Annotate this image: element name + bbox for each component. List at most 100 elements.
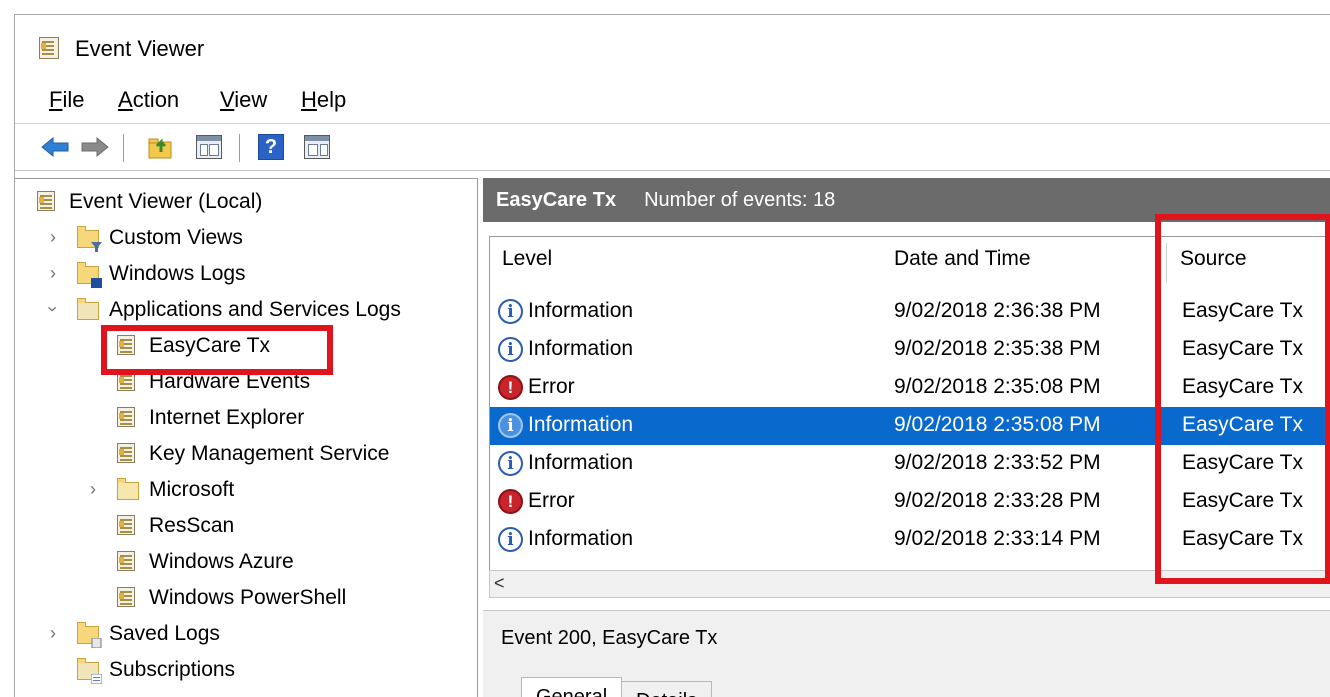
event-level: Error — [528, 375, 575, 398]
tab-details[interactable]: Details — [621, 681, 713, 697]
column-header-level[interactable]: Level — [502, 247, 552, 271]
tree-item-label: Microsoft — [149, 478, 235, 501]
event-date-time: 9/02/2018 2:33:14 PM — [894, 527, 1101, 550]
information-level-icon: i — [498, 527, 523, 552]
information-level-icon: i — [498, 299, 523, 324]
tree-item-label: Event Viewer (Local) — [69, 190, 263, 213]
menu-file-label: ile — [62, 87, 85, 112]
menu-action-label: ction — [132, 87, 180, 112]
tree-item-windows-azure[interactable]: Windows Azure — [117, 545, 294, 579]
event-viewer-window: Event Viewer File Action View Help ? Eve… — [14, 14, 1330, 697]
tree-item-custom-views[interactable]: Custom Views — [77, 221, 243, 255]
information-level-icon: i — [498, 337, 523, 362]
log-icon — [117, 587, 139, 609]
event-date-time: 9/02/2018 2:33:28 PM — [894, 489, 1101, 512]
folder-icon — [117, 478, 139, 501]
saved-logs-folder-icon — [77, 622, 102, 648]
tree-item-label: Key Management Service — [149, 442, 390, 465]
events-pane: EasyCare Tx Number of events: 18 Level D… — [483, 178, 1330, 697]
tree-item-saved-logs[interactable]: Saved Logs — [77, 617, 220, 651]
window-title: Event Viewer — [75, 36, 205, 61]
tree-item-label: Windows PowerShell — [149, 586, 347, 609]
title-bar: Event Viewer — [15, 15, 1330, 77]
scroll-left-arrow-icon[interactable]: < — [494, 573, 505, 594]
menu-action-accelerator: A — [118, 87, 133, 112]
menu-action[interactable]: Action — [116, 83, 181, 117]
toolbar-separator — [239, 134, 240, 162]
toolbar-separator — [123, 134, 124, 162]
apps-services-folder-icon — [77, 298, 99, 321]
collapse-chevron-icon[interactable]: › — [43, 299, 64, 319]
tree-item-windows-logs[interactable]: Windows Logs — [77, 257, 246, 291]
tree-item-label: Windows Azure — [149, 550, 294, 573]
tree-item-label: ResScan — [149, 514, 235, 537]
forward-arrow-icon[interactable] — [79, 131, 111, 163]
toolbar: ? — [15, 123, 1330, 171]
information-level-icon: i — [498, 413, 523, 438]
tree-item-label: Windows Logs — [109, 262, 246, 285]
tree-item-subscriptions[interactable]: Subscriptions — [77, 653, 235, 687]
up-folder-icon[interactable] — [145, 131, 177, 163]
column-header-date-time[interactable]: Date and Time — [894, 247, 1031, 271]
windows-logs-folder-icon — [77, 262, 102, 288]
help-icon[interactable]: ? — [255, 131, 287, 163]
annotation-highlight-easycare-tx — [101, 325, 333, 375]
event-level: Information — [528, 337, 634, 360]
show-hide-action-pane-icon[interactable] — [301, 131, 333, 163]
menu-help-accelerator: H — [301, 87, 317, 112]
menu-help-label: elp — [316, 87, 347, 112]
event-count: Number of events: 18 — [644, 188, 836, 211]
event-detail-pane: Event 200, EasyCare Tx General Details — [483, 610, 1330, 697]
tree-item-key-management-service[interactable]: Key Management Service — [117, 437, 389, 471]
expand-chevron-icon[interactable]: › — [83, 479, 103, 499]
tree-item-label: Applications and Services Logs — [109, 298, 401, 321]
menu-file-accelerator: F — [49, 87, 63, 112]
console-tree: Event Viewer (Local) › Custom Views › Wi… — [15, 178, 478, 697]
event-viewer-icon — [37, 191, 59, 213]
event-viewer-app-icon — [39, 37, 59, 59]
event-level: Information — [528, 527, 634, 550]
log-name: EasyCare Tx — [496, 188, 617, 211]
event-date-time: 9/02/2018 2:36:38 PM — [894, 299, 1101, 322]
expand-chevron-icon[interactable]: › — [43, 263, 63, 283]
tree-item-windows-powershell[interactable]: Windows PowerShell — [117, 581, 346, 615]
menu-bar: File Action View Help — [15, 77, 1330, 123]
log-icon — [117, 515, 139, 537]
event-level: Information — [528, 299, 634, 322]
tree-item-internet-explorer[interactable]: Internet Explorer — [117, 401, 304, 435]
event-date-time: 9/02/2018 2:35:08 PM — [894, 413, 1101, 436]
menu-help[interactable]: Help — [299, 83, 348, 117]
event-level: Information — [528, 413, 634, 436]
tree-item-label: Saved Logs — [109, 622, 220, 645]
menu-file[interactable]: File — [47, 83, 86, 117]
tree-item-resscan[interactable]: ResScan — [117, 509, 234, 543]
event-level: Error — [528, 489, 575, 512]
error-level-icon: ! — [498, 375, 523, 400]
tree-item-microsoft[interactable]: Microsoft — [117, 473, 234, 507]
back-arrow-icon[interactable] — [39, 131, 71, 163]
event-date-time: 9/02/2018 2:33:52 PM — [894, 451, 1101, 474]
log-icon — [117, 407, 139, 429]
show-hide-console-tree-icon[interactable] — [193, 131, 225, 163]
custom-views-folder-icon — [77, 226, 102, 252]
event-detail-title: Event 200, EasyCare Tx — [501, 627, 718, 649]
log-icon — [117, 551, 139, 573]
tree-item-label: Internet Explorer — [149, 406, 305, 429]
event-date-time: 9/02/2018 2:35:38 PM — [894, 337, 1101, 360]
event-level: Information — [528, 451, 634, 474]
menu-view-accelerator: V — [220, 87, 235, 112]
tree-item-label: Subscriptions — [109, 658, 236, 681]
expand-chevron-icon[interactable]: › — [43, 227, 63, 247]
error-level-icon: ! — [498, 489, 523, 514]
subscriptions-icon — [77, 658, 102, 684]
expand-chevron-icon[interactable]: › — [43, 623, 63, 643]
annotation-highlight-source-column — [1155, 214, 1330, 584]
tab-general[interactable]: General — [521, 677, 623, 697]
menu-view-label: iew — [234, 87, 268, 112]
tree-item-label: Custom Views — [109, 226, 243, 249]
information-level-icon: i — [498, 451, 523, 476]
tree-item-root[interactable]: Event Viewer (Local) — [37, 185, 262, 219]
log-icon — [117, 443, 139, 465]
menu-view[interactable]: View — [218, 83, 269, 117]
tree-item-apps-services-logs[interactable]: Applications and Services Logs — [77, 293, 401, 327]
